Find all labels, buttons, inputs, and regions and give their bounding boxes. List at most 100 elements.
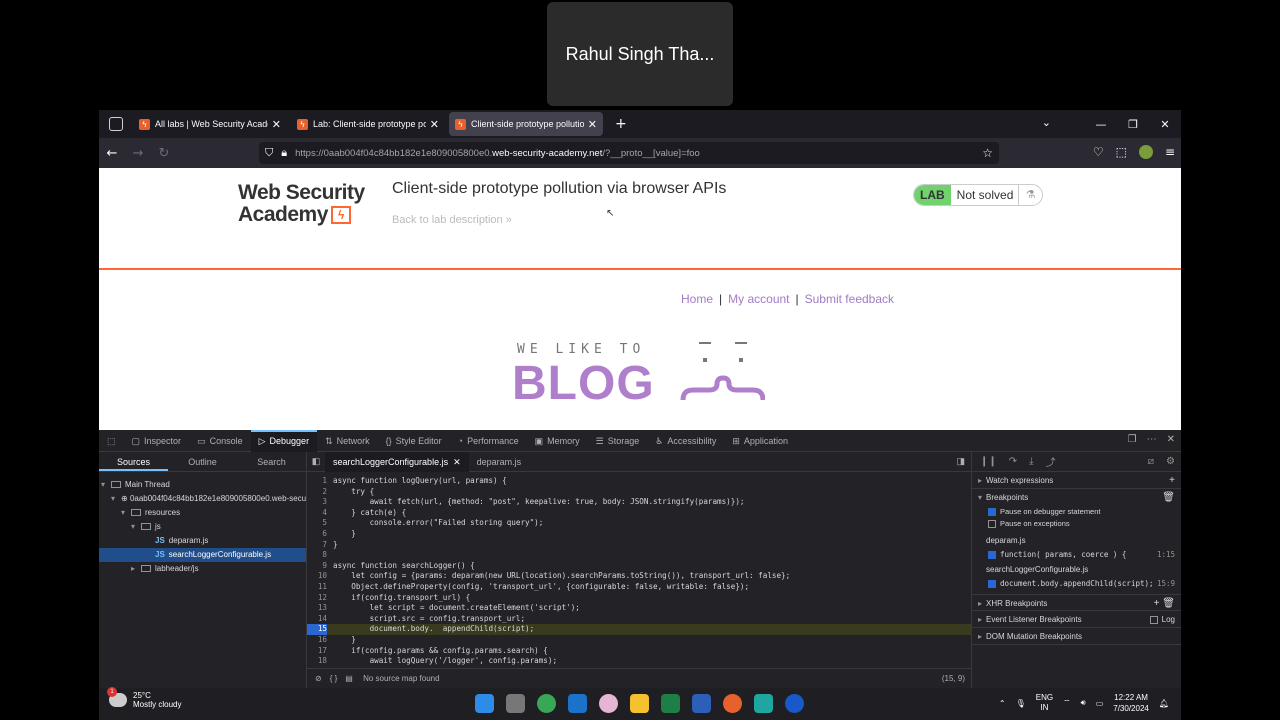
code-line[interactable]: 17 if(config.params && config.params.sea… [307, 646, 971, 657]
restore-icon[interactable]: ❐ [1117, 118, 1149, 131]
tab-storage[interactable]: ☰ Storage [588, 430, 648, 452]
step-over-icon[interactable]: ↷ [1009, 456, 1017, 467]
minimize-icon[interactable]: — [1085, 118, 1117, 131]
line-number[interactable]: 16 [307, 635, 327, 646]
pick-element-icon[interactable]: ⬚ [99, 430, 124, 452]
line-number[interactable]: 11 [307, 582, 327, 593]
trash-icon[interactable]: 🗑︎ [1162, 489, 1175, 506]
mic-muted-icon[interactable]: 🎙︎ [1016, 699, 1026, 708]
chrome-icon[interactable] [537, 694, 556, 713]
pause-exceptions-checkbox[interactable]: Pause on exceptions [972, 518, 1181, 530]
extensions-icon[interactable]: ⬚ [1116, 145, 1127, 159]
code-line[interactable]: 18 await logQuery('/logger', config.para… [307, 656, 971, 667]
wifi-icon[interactable]: ⌔ [1063, 698, 1071, 708]
outlook-icon[interactable] [568, 694, 587, 713]
tab-debugger[interactable]: ▷ Debugger [250, 429, 318, 452]
blackbox-icon[interactable]: ⊘ [315, 674, 322, 683]
code-line[interactable]: 13 let script = document.createElement('… [307, 603, 971, 614]
lock-icon[interactable]: 🔒︎ [281, 147, 287, 160]
line-number[interactable]: 6 [307, 529, 327, 540]
tab-console[interactable]: ▭ Console [189, 430, 251, 452]
volume-icon[interactable]: 🔊︎ [1081, 698, 1086, 708]
back-to-lab-link[interactable]: Back to lab description » [392, 214, 512, 226]
editor-tab-searchlogger[interactable]: searchLoggerConfigurable.js ✕ [325, 451, 469, 472]
line-number[interactable]: 5 [307, 518, 327, 529]
checkbox-checked[interactable] [988, 580, 996, 588]
tab-overview-icon[interactable] [109, 117, 123, 131]
line-number[interactable]: 17 [307, 646, 327, 657]
pretty-print-icon[interactable]: { } [330, 674, 338, 683]
step-in-icon[interactable]: ⤓ [1029, 456, 1033, 467]
code-line[interactable]: 9 async function searchLogger() { [307, 561, 971, 572]
tree-item-js[interactable]: ▾ js [99, 520, 306, 534]
tab-application[interactable]: ⊞ Application [724, 430, 796, 452]
nav-home-link[interactable]: Home [681, 292, 713, 306]
deactivate-breakpoints-icon[interactable]: ⧄ [1148, 456, 1154, 467]
new-tab-icon[interactable]: + [615, 116, 627, 132]
code-line[interactable]: 15 document.body. appendChild(script); [307, 624, 971, 635]
code-line[interactable]: 3 await fetch(url, {method: "post", keep… [307, 497, 971, 508]
line-number[interactable]: 2 [307, 487, 327, 498]
weather-widget[interactable]: 1 25°C Mostly cloudy [107, 687, 181, 709]
subtab-outline[interactable]: Outline [168, 452, 237, 471]
line-number[interactable]: 4 [307, 508, 327, 519]
burp-extension-icon[interactable] [1138, 145, 1153, 159]
line-number[interactable]: 9 [307, 561, 327, 572]
task-view-icon[interactable] [506, 694, 525, 713]
add-trash-icons[interactable]: + 🗑︎ [1154, 595, 1175, 612]
file-explorer-icon[interactable] [630, 694, 649, 713]
url-text[interactable]: https://0aab004f04c84bb182e1e809005800e0… [295, 148, 700, 159]
line-number[interactable]: 13 [307, 603, 327, 614]
forward-icon[interactable]: → [125, 146, 151, 161]
checkbox-checked[interactable] [988, 551, 996, 559]
breakpoints-section[interactable]: ▾ Breakpoints 🗑︎ [972, 489, 1181, 506]
dom-mutation-section[interactable]: ▸ DOM Mutation Breakpoints [972, 628, 1181, 645]
tab-accessibility[interactable]: ♿︎ Accessibility [647, 430, 724, 452]
checkbox-unchecked[interactable] [988, 520, 996, 529]
tab-inspector[interactable]: ▢ Inspector [124, 430, 190, 452]
subtab-sources[interactable]: Sources [99, 452, 168, 471]
pause-debugger-checkbox[interactable]: Pause on debugger statement [972, 506, 1181, 518]
code-line[interactable]: 2 try { [307, 487, 971, 498]
event-listener-section[interactable]: ▸ Event Listener Breakpoints Log [972, 611, 1181, 628]
pause-icon[interactable]: ❙❙ [980, 456, 997, 467]
close-devtools-icon[interactable]: ✕ [1167, 434, 1175, 445]
line-number[interactable]: 15 [307, 624, 327, 635]
tab-network[interactable]: ⇅ Network [317, 430, 378, 452]
start-icon[interactable] [475, 694, 494, 713]
watch-expressions-section[interactable]: ▸ Watch expressions + [972, 472, 1181, 489]
back-icon[interactable]: ← [99, 146, 125, 161]
line-number[interactable]: 1 [307, 476, 327, 487]
address-bar[interactable]: ⛉ 🔒︎ https://0aab004f04c84bb182e1e809005… [259, 142, 999, 164]
editor-tab-deparam[interactable]: deparam.js [469, 452, 530, 472]
tab-all-labs[interactable]: ϟ All labs | Web Security Academy ✕ [133, 112, 287, 136]
tab-style-editor[interactable]: {} Style Editor [378, 430, 450, 452]
add-icon[interactable]: + [1169, 472, 1175, 489]
menu-icon[interactable]: ≡ [1165, 145, 1175, 159]
tree-item-deparam[interactable]: JS deparam.js [99, 534, 306, 548]
code-line[interactable]: 12 if(config.transport_url) { [307, 593, 971, 604]
burp-suite-icon[interactable] [754, 694, 773, 713]
nav-feedback-link[interactable]: Submit feedback [805, 292, 894, 306]
code-line[interactable]: 10 let config = {params: deparam(new URL… [307, 571, 971, 582]
code-line[interactable]: 7} [307, 540, 971, 551]
firefox-icon[interactable] [723, 694, 742, 713]
line-number[interactable]: 12 [307, 593, 327, 604]
tree-item-labheader[interactable]: ▸ labheader/js [99, 562, 306, 576]
clock[interactable]: 12:22 AM 7/30/2024 [1113, 692, 1149, 714]
pocket-icon[interactable]: ♡ [1093, 145, 1104, 159]
chevron-up-icon[interactable]: ⌃ [999, 699, 1006, 708]
toggle-sidebar-icon[interactable]: ◧ [307, 456, 325, 467]
close-icon[interactable]: ✕ [272, 118, 281, 131]
line-number[interactable]: 10 [307, 571, 327, 582]
academy-logo[interactable]: Web Security Academy ϟ [238, 182, 378, 226]
line-number[interactable]: 8 [307, 550, 327, 561]
nav-account-link[interactable]: My account [728, 292, 789, 306]
tab-lab-description[interactable]: ϟ Lab: Client-side prototype pollution ✕ [291, 112, 445, 136]
close-icon[interactable]: ✕ [430, 118, 439, 131]
code-lines[interactable]: 1 async function logQuery(url, params) {2… [307, 476, 971, 667]
code-line[interactable]: 14 script.src = config.transport_url; [307, 614, 971, 625]
code-line[interactable]: 16 } [307, 635, 971, 646]
line-number[interactable]: 18 [307, 656, 327, 667]
code-line[interactable]: 6 } [307, 529, 971, 540]
